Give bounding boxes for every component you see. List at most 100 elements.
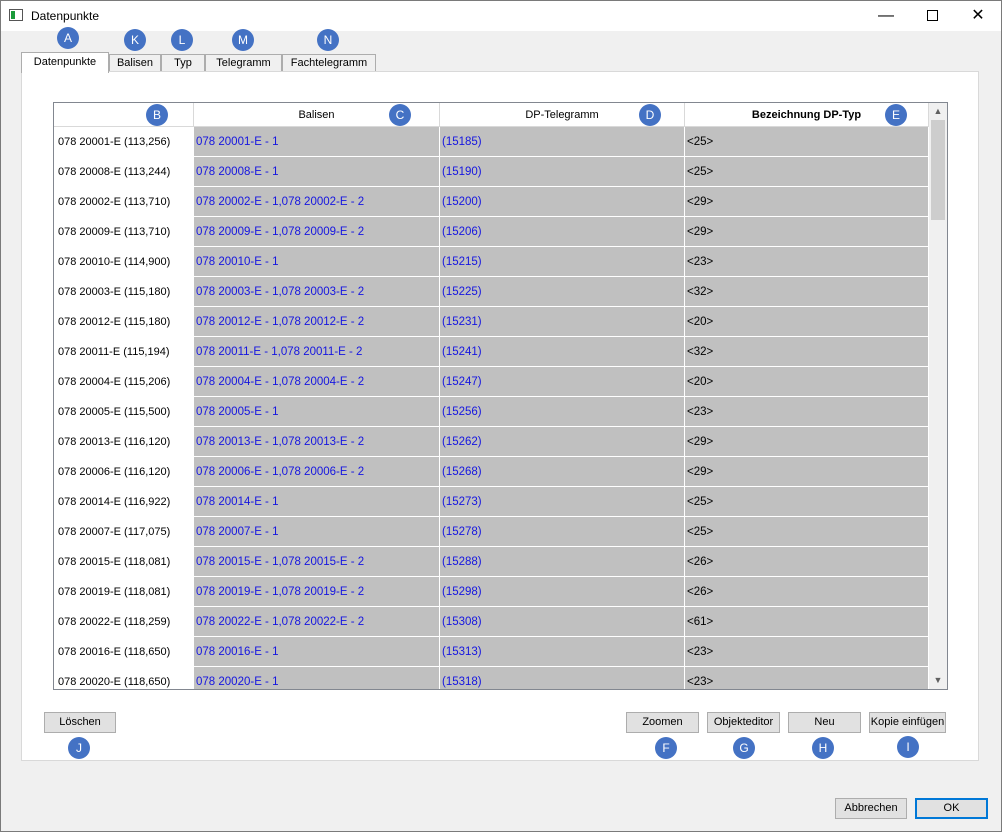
cell-dp-telegramm[interactable]: (15298) xyxy=(440,577,685,607)
cell-balisen[interactable]: 078 20016-E - 1 xyxy=(194,637,440,667)
cell-balisen[interactable]: 078 20002-E - 1,078 20002-E - 2 xyxy=(194,187,440,217)
cell-dp-telegramm[interactable]: (15215) xyxy=(440,247,685,277)
cell-balisen[interactable]: 078 20008-E - 1 xyxy=(194,157,440,187)
cell-balisen[interactable]: 078 20019-E - 1,078 20019-E - 2 xyxy=(194,577,440,607)
cell-balisen[interactable]: 078 20010-E - 1 xyxy=(194,247,440,277)
row-header[interactable]: 078 20020-E (118,650) xyxy=(54,667,194,689)
cell-dp-typ[interactable]: <23> xyxy=(685,667,929,689)
cell-dp-typ[interactable]: <23> xyxy=(685,397,929,427)
cell-dp-telegramm[interactable]: (15262) xyxy=(440,427,685,457)
cell-dp-telegramm[interactable]: (15313) xyxy=(440,637,685,667)
table-row[interactable]: 078 20004-E (115,206) 078 20004-E - 1,078… xyxy=(54,367,929,397)
abbrechen-button[interactable]: Abbrechen xyxy=(835,798,907,819)
cell-balisen[interactable]: 078 20003-E - 1,078 20003-E - 2 xyxy=(194,277,440,307)
cell-balisen[interactable]: 078 20020-E - 1 xyxy=(194,667,440,689)
table-row[interactable]: 078 20022-E (118,259) 078 20022-E - 1,078… xyxy=(54,607,929,637)
row-header[interactable]: 078 20011-E (115,194) xyxy=(54,337,194,367)
table-row[interactable]: 078 20007-E (117,075) 078 20007-E - 1 (152… xyxy=(54,517,929,547)
row-header[interactable]: 078 20022-E (118,259) xyxy=(54,607,194,637)
cell-dp-typ[interactable]: <25> xyxy=(685,487,929,517)
cell-dp-telegramm[interactable]: (15256) xyxy=(440,397,685,427)
row-header[interactable]: 078 20016-E (118,650) xyxy=(54,637,194,667)
cell-dp-telegramm[interactable]: (15206) xyxy=(440,217,685,247)
cell-balisen[interactable]: 078 20014-E - 1 xyxy=(194,487,440,517)
cell-balisen[interactable]: 078 20007-E - 1 xyxy=(194,517,440,547)
chevron-up-icon[interactable]: ▲ xyxy=(929,103,947,120)
cell-balisen[interactable]: 078 20001-E - 1 xyxy=(194,127,440,157)
tab-telegramm[interactable]: Telegramm xyxy=(205,54,282,72)
close-icon[interactable]: ✕ xyxy=(955,1,1001,31)
cell-dp-typ[interactable]: <25> xyxy=(685,157,929,187)
table-row[interactable]: 078 20001-E (113,256) 078 20001-E - 1 (151… xyxy=(54,127,929,157)
cell-balisen[interactable]: 078 20011-E - 1,078 20011-E - 2 xyxy=(194,337,440,367)
cell-balisen[interactable]: 078 20015-E - 1,078 20015-E - 2 xyxy=(194,547,440,577)
cell-dp-telegramm[interactable]: (15273) xyxy=(440,487,685,517)
table-row[interactable]: 078 20003-E (115,180) 078 20003-E - 1,078… xyxy=(54,277,929,307)
cell-dp-telegramm[interactable]: (15231) xyxy=(440,307,685,337)
ok-button[interactable]: OK xyxy=(915,798,988,819)
cell-dp-typ[interactable]: <23> xyxy=(685,247,929,277)
cell-dp-typ[interactable]: <23> xyxy=(685,637,929,667)
cell-dp-typ[interactable]: <26> xyxy=(685,577,929,607)
cell-balisen[interactable]: 078 20013-E - 1,078 20013-E - 2 xyxy=(194,427,440,457)
row-header[interactable]: 078 20001-E (113,256) xyxy=(54,127,194,157)
table-row[interactable]: 078 20015-E (118,081) 078 20015-E - 1,078… xyxy=(54,547,929,577)
table-row[interactable]: 078 20019-E (118,081) 078 20019-E - 1,078… xyxy=(54,577,929,607)
table-row[interactable]: 078 20013-E (116,120) 078 20013-E - 1,078… xyxy=(54,427,929,457)
row-header[interactable]: 078 20009-E (113,710) xyxy=(54,217,194,247)
cell-dp-telegramm[interactable]: (15241) xyxy=(440,337,685,367)
table-row[interactable]: 078 20002-E (113,710) 078 20002-E - 1,078… xyxy=(54,187,929,217)
cell-dp-telegramm[interactable]: (15185) xyxy=(440,127,685,157)
row-header[interactable]: 078 20002-E (113,710) xyxy=(54,187,194,217)
neu-button[interactable]: Neu xyxy=(788,712,861,733)
table-row[interactable]: 078 20020-E (118,650) 078 20020-E - 1 (153… xyxy=(54,667,929,689)
row-header[interactable]: 078 20003-E (115,180) xyxy=(54,277,194,307)
tab-datenpunkte[interactable]: Datenpunkte xyxy=(21,52,109,73)
cell-dp-typ[interactable]: <29> xyxy=(685,457,929,487)
minimize-icon[interactable]: — xyxy=(863,1,909,31)
cell-dp-telegramm[interactable]: (15278) xyxy=(440,517,685,547)
cell-dp-telegramm[interactable]: (15225) xyxy=(440,277,685,307)
table-row[interactable]: 078 20006-E (116,120) 078 20006-E - 1,078… xyxy=(54,457,929,487)
cell-balisen[interactable]: 078 20004-E - 1,078 20004-E - 2 xyxy=(194,367,440,397)
cell-balisen[interactable]: 078 20006-E - 1,078 20006-E - 2 xyxy=(194,457,440,487)
table-row[interactable]: 078 20012-E (115,180) 078 20012-E - 1,078… xyxy=(54,307,929,337)
row-header[interactable]: 078 20013-E (116,120) xyxy=(54,427,194,457)
tab-balisen[interactable]: Balisen xyxy=(109,54,161,72)
cell-dp-typ[interactable]: <29> xyxy=(685,217,929,247)
kopie-einfuegen-button[interactable]: Kopie einfügen xyxy=(869,712,946,733)
cell-dp-typ[interactable]: <32> xyxy=(685,337,929,367)
row-header[interactable]: 078 20004-E (115,206) xyxy=(54,367,194,397)
table-row[interactable]: 078 20014-E (116,922) 078 20014-E - 1 (152… xyxy=(54,487,929,517)
tab-fachtelegramm[interactable]: Fachtelegramm xyxy=(282,54,376,72)
cell-dp-typ[interactable]: <26> xyxy=(685,547,929,577)
cell-dp-telegramm[interactable]: (15318) xyxy=(440,667,685,689)
row-header[interactable]: 078 20008-E (113,244) xyxy=(54,157,194,187)
cell-dp-typ[interactable]: <25> xyxy=(685,127,929,157)
table-row[interactable]: 078 20011-E (115,194) 078 20011-E - 1,078… xyxy=(54,337,929,367)
cell-balisen[interactable]: 078 20012-E - 1,078 20012-E - 2 xyxy=(194,307,440,337)
objekteditor-button[interactable]: Objekteditor xyxy=(707,712,780,733)
tab-typ[interactable]: Typ xyxy=(161,54,205,72)
cell-dp-telegramm[interactable]: (15200) xyxy=(440,187,685,217)
cell-dp-typ[interactable]: <20> xyxy=(685,307,929,337)
cell-dp-telegramm[interactable]: (15247) xyxy=(440,367,685,397)
table-row[interactable]: 078 20010-E (114,900) 078 20010-E - 1 (152… xyxy=(54,247,929,277)
cell-dp-telegramm[interactable]: (15268) xyxy=(440,457,685,487)
cell-balisen[interactable]: 078 20005-E - 1 xyxy=(194,397,440,427)
row-header[interactable]: 078 20012-E (115,180) xyxy=(54,307,194,337)
cell-dp-telegramm[interactable]: (15190) xyxy=(440,157,685,187)
cell-dp-typ[interactable]: <32> xyxy=(685,277,929,307)
row-header[interactable]: 078 20005-E (115,500) xyxy=(54,397,194,427)
row-header[interactable]: 078 20019-E (118,081) xyxy=(54,577,194,607)
cell-dp-telegramm[interactable]: (15288) xyxy=(440,547,685,577)
cell-dp-typ[interactable]: <20> xyxy=(685,367,929,397)
row-header[interactable]: 078 20014-E (116,922) xyxy=(54,487,194,517)
cell-balisen[interactable]: 078 20009-E - 1,078 20009-E - 2 xyxy=(194,217,440,247)
maximize-icon[interactable] xyxy=(909,1,955,31)
loeschen-button[interactable]: Löschen xyxy=(44,712,116,733)
zoomen-button[interactable]: Zoomen xyxy=(626,712,699,733)
row-header[interactable]: 078 20015-E (118,081) xyxy=(54,547,194,577)
vertical-scrollbar[interactable]: ▲ ▼ xyxy=(929,103,947,689)
table-row[interactable]: 078 20016-E (118,650) 078 20016-E - 1 (153… xyxy=(54,637,929,667)
